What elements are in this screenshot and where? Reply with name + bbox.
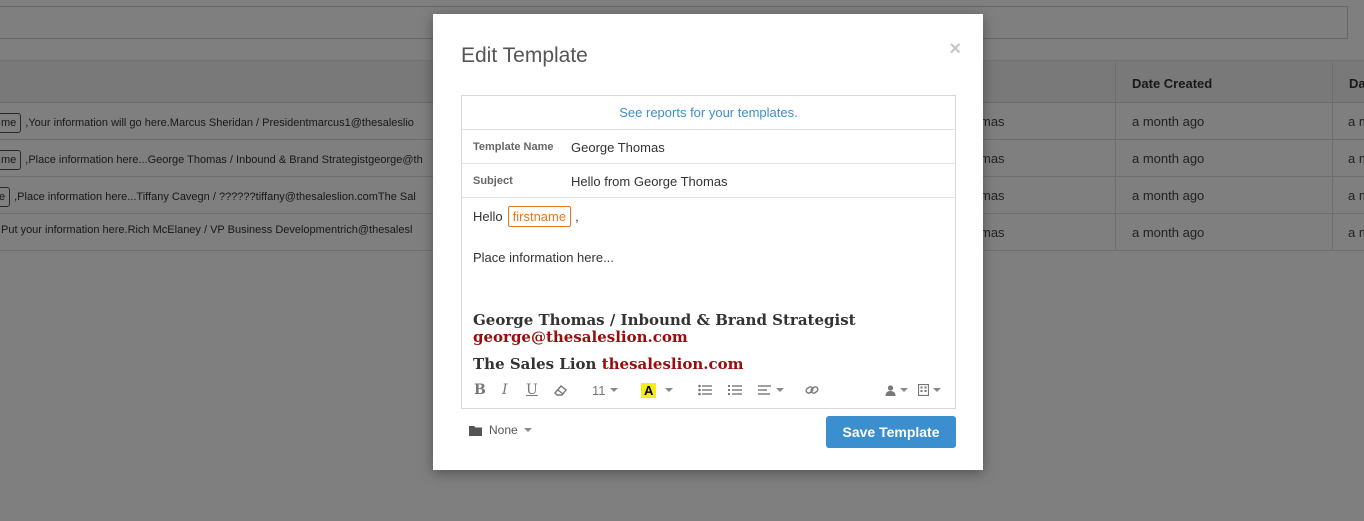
template-name-label: Template Name xyxy=(473,141,554,153)
greeting-text: Hello xyxy=(473,208,503,224)
underline-icon[interactable]: U xyxy=(526,381,538,399)
folder-dropdown[interactable]: None xyxy=(469,423,532,437)
person-icon[interactable] xyxy=(885,381,908,399)
template-editor-box: See reports for your templates. Template… xyxy=(461,95,956,409)
signature-name: George Thomas / Inbound & Brand Strategi… xyxy=(473,311,856,329)
highlight-color-icon[interactable]: A xyxy=(641,381,674,399)
chevron-down-icon xyxy=(523,428,532,432)
folder-label: None xyxy=(489,423,518,437)
template-name-row: Template Name xyxy=(462,130,955,164)
italic-icon[interactable]: I xyxy=(502,381,508,399)
save-template-button[interactable]: Save Template xyxy=(826,416,956,448)
font-size-value: 11 xyxy=(592,382,606,398)
align-icon[interactable] xyxy=(758,381,784,399)
numbered-list-icon[interactable] xyxy=(728,381,742,399)
bold-icon[interactable]: B xyxy=(474,381,486,399)
body-text: Place information here... xyxy=(473,250,614,265)
bulleted-list-icon[interactable] xyxy=(698,381,712,399)
link-icon[interactable] xyxy=(805,381,819,399)
chevron-down-icon xyxy=(609,388,618,392)
template-name-input[interactable] xyxy=(571,135,946,159)
chevron-down-icon xyxy=(665,388,674,392)
modal-title: Edit Template xyxy=(461,44,588,67)
close-icon[interactable]: × xyxy=(949,38,961,61)
folder-icon xyxy=(469,425,482,436)
see-reports-link[interactable]: See reports for your templates. xyxy=(619,105,797,120)
subject-row: Subject xyxy=(462,164,955,198)
building-icon[interactable] xyxy=(918,381,941,399)
subject-input[interactable] xyxy=(571,169,946,193)
signature-email-link[interactable]: george@thesaleslion.com xyxy=(473,329,944,346)
formatting-toolbar: B I U 11 A xyxy=(462,375,955,405)
signature-company: The Sales Lion xyxy=(473,355,597,373)
greeting-comma: , xyxy=(575,208,579,224)
edit-template-modal: Edit Template × See reports for your tem… xyxy=(433,14,983,470)
body-editor[interactable]: Hello firstname , Place information here… xyxy=(462,198,955,373)
font-size-dropdown[interactable]: 11 xyxy=(592,381,618,399)
subject-label: Subject xyxy=(473,175,513,187)
eraser-icon[interactable] xyxy=(554,381,568,399)
signature-site-link[interactable]: thesaleslion.com xyxy=(602,355,744,373)
chevron-down-icon xyxy=(776,388,784,392)
chevron-down-icon xyxy=(900,388,908,392)
chevron-down-icon xyxy=(933,388,941,392)
firstname-token[interactable]: firstname xyxy=(507,205,572,227)
